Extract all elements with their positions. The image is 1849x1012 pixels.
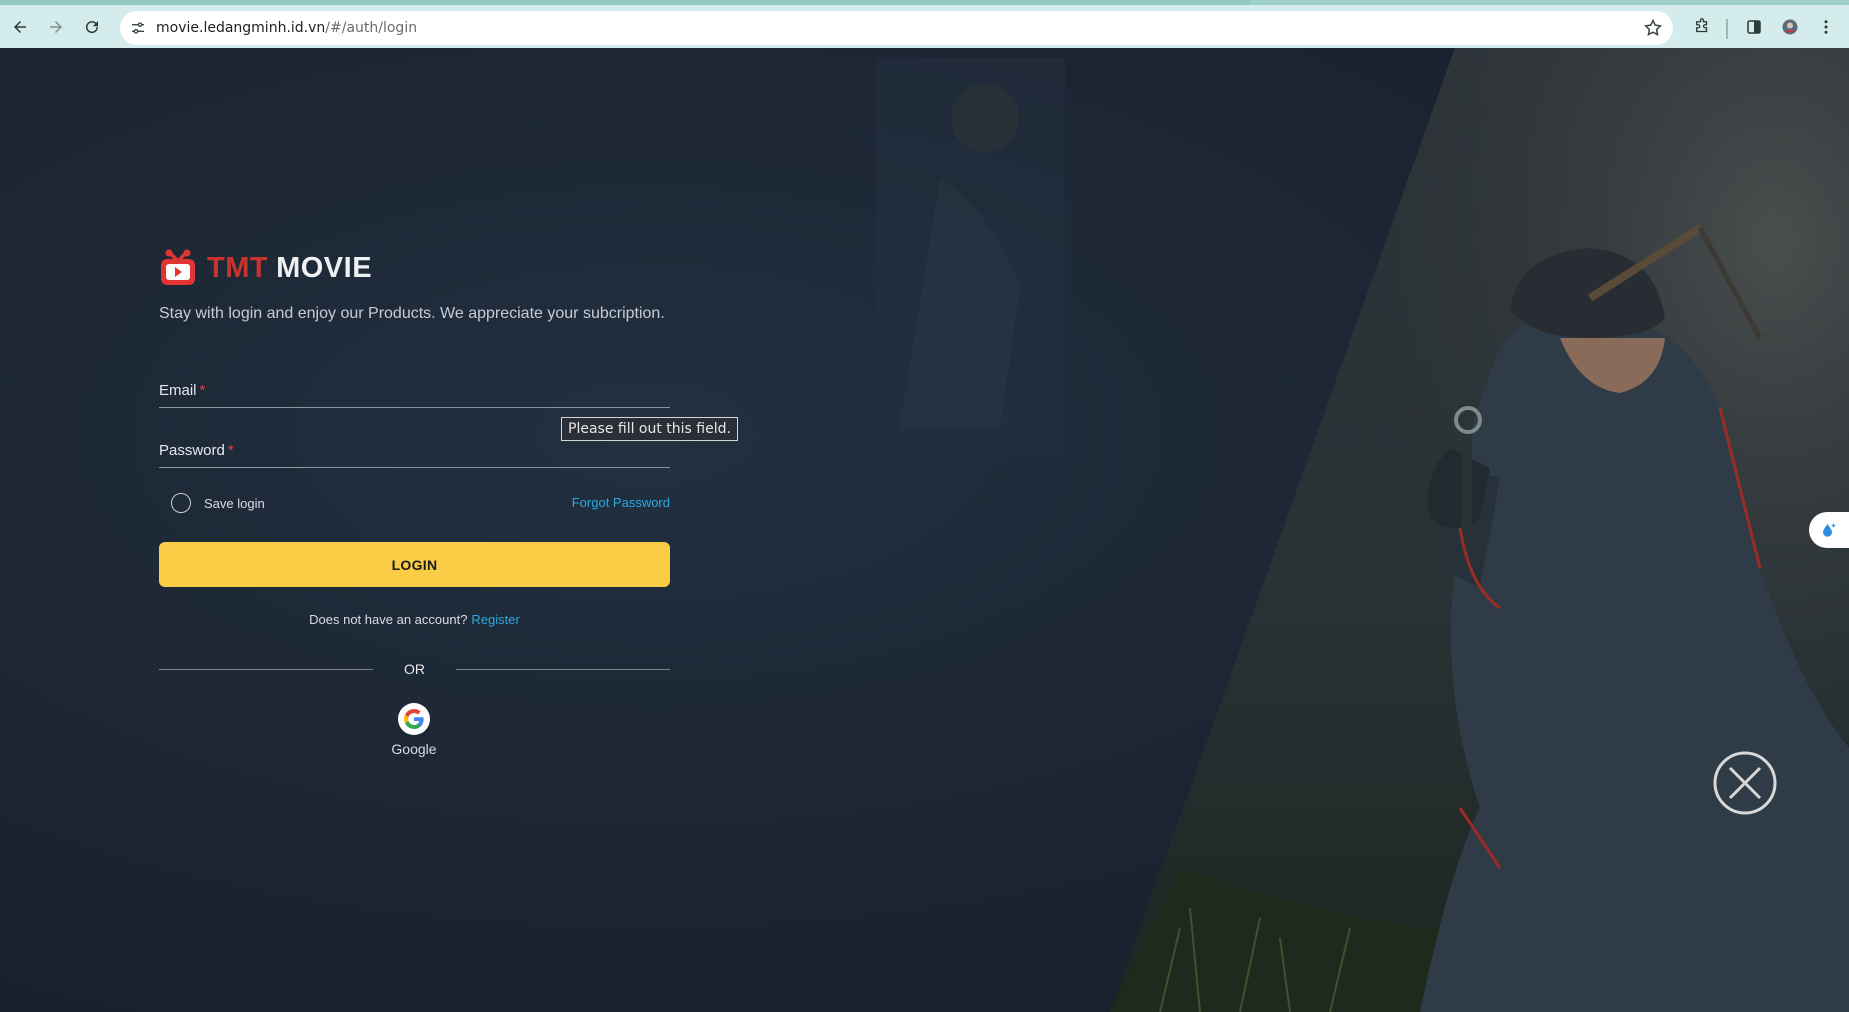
bookmark-star-icon[interactable] xyxy=(1643,18,1663,38)
page-load-progress xyxy=(0,0,1250,5)
password-field[interactable]: Password * xyxy=(159,438,670,468)
register-link[interactable]: Register xyxy=(471,612,519,627)
divider-right xyxy=(456,669,670,670)
email-input[interactable] xyxy=(159,378,670,407)
tv-play-icon xyxy=(161,249,195,285)
site-info-icon[interactable] xyxy=(128,18,148,38)
url-text: movie.ledangminh.id.vn/#/auth/login xyxy=(156,20,418,36)
water-drop-icon xyxy=(1823,523,1836,537)
save-login-radio[interactable] xyxy=(171,493,191,513)
profile-avatar[interactable] xyxy=(1776,13,1804,41)
back-icon[interactable] xyxy=(6,13,34,41)
side-panel-icon[interactable] xyxy=(1740,13,1768,41)
divider-left xyxy=(159,669,373,670)
tagline: Stay with login and enjoy our Products. … xyxy=(159,305,665,322)
extensions-icon[interactable] xyxy=(1688,13,1716,41)
google-icon[interactable] xyxy=(398,703,430,735)
email-field[interactable]: Email * xyxy=(159,378,670,408)
brand-name-tmt: TMT xyxy=(207,251,269,284)
login-button[interactable]: LOGIN xyxy=(159,542,670,587)
browser-toolbar: movie.ledangminh.id.vn/#/auth/login xyxy=(0,0,1849,48)
forgot-password-link[interactable]: Forgot Password xyxy=(572,495,670,510)
google-label: Google xyxy=(391,741,437,757)
login-page: TMT MOVIE Stay with login and enjoy our … xyxy=(0,48,1849,1012)
address-bar[interactable]: movie.ledangminh.id.vn/#/auth/login xyxy=(120,11,1673,45)
password-input[interactable] xyxy=(159,438,670,467)
brand-name-movie: MOVIE xyxy=(276,251,373,284)
reload-icon[interactable] xyxy=(78,13,106,41)
or-separator: OR xyxy=(404,661,425,677)
save-login-option[interactable]: Save login xyxy=(171,493,265,513)
hero-background-image xyxy=(875,48,1849,1012)
google-login-button[interactable]: Google xyxy=(384,703,444,757)
toolbar-divider xyxy=(1726,19,1728,39)
brand-logo[interactable]: TMT MOVIE xyxy=(159,249,372,287)
validation-tooltip: Please fill out this field. xyxy=(561,417,738,441)
register-prompt: Does not have an account? Register xyxy=(159,612,670,627)
save-login-label: Save login xyxy=(204,495,265,511)
forward-icon[interactable] xyxy=(42,13,70,41)
menu-icon[interactable] xyxy=(1812,13,1840,41)
no-account-text: Does not have an account? xyxy=(309,612,468,627)
extension-side-tab[interactable] xyxy=(1809,512,1849,548)
